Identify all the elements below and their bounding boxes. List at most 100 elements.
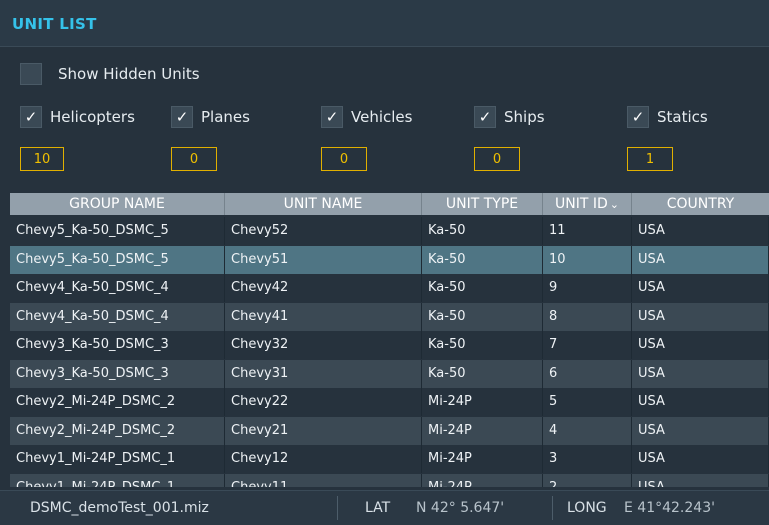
cell-country: USA: [632, 274, 769, 302]
vehicles-checkbox[interactable]: ✓: [321, 106, 343, 128]
table-row[interactable]: Chevy2_Mi-24P_DSMC_2 Chevy21 Mi-24P 4 USA: [10, 416, 769, 445]
table-row[interactable]: Chevy4_Ka-50_DSMC_4 Chevy41 Ka-50 8 USA: [10, 302, 769, 331]
status-divider: [337, 496, 338, 520]
cell-unit-id: 9: [543, 274, 632, 302]
status-divider: [552, 496, 553, 520]
cell-unit-name: Chevy51: [225, 245, 422, 274]
column-header-unit-id[interactable]: UNIT ID ⌄: [543, 193, 632, 215]
table-row[interactable]: Chevy1_Mi-24P_DSMC_1 Chevy12 Mi-24P 3 USA: [10, 445, 769, 473]
cell-unit-id: 4: [543, 416, 632, 445]
table-row[interactable]: Chevy5_Ka-50_DSMC_5 Chevy52 Ka-50 11 USA: [10, 217, 769, 245]
cell-unit-name: Chevy21: [225, 416, 422, 445]
cell-unit-type: Mi-24P: [422, 473, 543, 487]
helicopters-label: Helicopters: [50, 108, 135, 126]
cell-unit-type: Mi-24P: [422, 445, 543, 473]
sort-chevron-icon: ⌄: [609, 198, 619, 211]
cell-unit-name: Chevy52: [225, 217, 422, 245]
cell-unit-name: Chevy41: [225, 302, 422, 331]
filter-vehicles[interactable]: ✓ Vehicles: [321, 105, 412, 129]
cell-unit-type: Ka-50: [422, 302, 543, 331]
cell-unit-name: Chevy12: [225, 445, 422, 473]
cell-group-name: Chevy4_Ka-50_DSMC_4: [10, 302, 225, 331]
cell-unit-name: Chevy11: [225, 473, 422, 487]
cell-unit-id: 10: [543, 245, 632, 274]
planes-label: Planes: [201, 108, 250, 126]
cell-country: USA: [632, 217, 769, 245]
cell-group-name: Chevy5_Ka-50_DSMC_5: [10, 245, 225, 274]
cell-country: USA: [632, 245, 769, 274]
cell-group-name: Chevy2_Mi-24P_DSMC_2: [10, 416, 225, 445]
column-header-unit-name[interactable]: UNIT NAME: [225, 193, 422, 215]
cell-unit-type: Ka-50: [422, 274, 543, 302]
lat-label: LAT: [365, 500, 391, 516]
statics-count: 1: [627, 147, 673, 171]
cell-group-name: Chevy2_Mi-24P_DSMC_2: [10, 388, 225, 416]
planes-count: 0: [171, 147, 217, 171]
helicopters-checkbox[interactable]: ✓: [20, 106, 42, 128]
planes-checkbox[interactable]: ✓: [171, 106, 193, 128]
cell-unit-name: Chevy42: [225, 274, 422, 302]
statics-label: Statics: [657, 108, 708, 126]
cell-group-name: Chevy3_Ka-50_DSMC_3: [10, 331, 225, 359]
unit-table[interactable]: GROUP NAME UNIT NAME UNIT TYPE UNIT ID ⌄ …: [10, 193, 769, 487]
cell-country: USA: [632, 445, 769, 473]
cell-unit-name: Chevy31: [225, 359, 422, 388]
show-hidden-label: Show Hidden Units: [58, 65, 200, 83]
cell-group-name: Chevy1_Mi-24P_DSMC_1: [10, 473, 225, 487]
cell-unit-id: 11: [543, 217, 632, 245]
lat-value: N 42° 5.647': [416, 500, 505, 516]
show-hidden-checkbox[interactable]: [20, 63, 42, 85]
vehicles-label: Vehicles: [351, 108, 413, 126]
statics-checkbox[interactable]: ✓: [627, 106, 649, 128]
filter-ships[interactable]: ✓ Ships: [474, 105, 545, 129]
long-label: LONG: [567, 500, 607, 516]
check-icon: ✓: [631, 107, 645, 126]
ships-count: 0: [474, 147, 520, 171]
column-header-group-name[interactable]: GROUP NAME: [10, 193, 225, 215]
cell-unit-type: Ka-50: [422, 331, 543, 359]
ships-label: Ships: [504, 108, 545, 126]
mission-file-name: DSMC_demoTest_001.miz: [30, 500, 209, 516]
cell-unit-type: Ka-50: [422, 217, 543, 245]
cell-unit-id: 3: [543, 445, 632, 473]
check-icon: ✓: [325, 107, 339, 126]
cell-unit-id: 8: [543, 302, 632, 331]
filter-planes[interactable]: ✓ Planes: [171, 105, 250, 129]
table-row[interactable]: Chevy1_Mi-24P_DSMC_1 Chevy11 Mi-24P 2 USA: [10, 473, 769, 487]
cell-group-name: Chevy1_Mi-24P_DSMC_1: [10, 445, 225, 473]
title-bar: UNIT LIST: [0, 0, 769, 47]
show-hidden-units-toggle[interactable]: Show Hidden Units: [20, 62, 200, 86]
check-icon: ✓: [24, 107, 38, 126]
ships-checkbox[interactable]: ✓: [474, 106, 496, 128]
cell-unit-id: 6: [543, 359, 632, 388]
cell-country: USA: [632, 331, 769, 359]
cell-unit-type: Mi-24P: [422, 416, 543, 445]
column-header-unit-type[interactable]: UNIT TYPE: [422, 193, 543, 215]
table-row[interactable]: Chevy2_Mi-24P_DSMC_2 Chevy22 Mi-24P 5 USA: [10, 388, 769, 416]
cell-unit-id: 2: [543, 473, 632, 487]
status-bar: DSMC_demoTest_001.miz LAT N 42° 5.647' L…: [0, 490, 769, 525]
cell-group-name: Chevy3_Ka-50_DSMC_3: [10, 359, 225, 388]
cell-country: USA: [632, 302, 769, 331]
filter-statics[interactable]: ✓ Statics: [627, 105, 708, 129]
vehicles-count: 0: [321, 147, 367, 171]
table-row[interactable]: Chevy3_Ka-50_DSMC_3 Chevy31 Ka-50 6 USA: [10, 359, 769, 388]
cell-unit-name: Chevy32: [225, 331, 422, 359]
long-value: E 41°42.243': [624, 500, 715, 516]
table-row[interactable]: Chevy5_Ka-50_DSMC_5 Chevy51 Ka-50 10 USA: [10, 245, 769, 274]
cell-unit-type: Mi-24P: [422, 388, 543, 416]
cell-unit-id: 7: [543, 331, 632, 359]
cell-unit-id: 5: [543, 388, 632, 416]
table-row[interactable]: Chevy4_Ka-50_DSMC_4 Chevy42 Ka-50 9 USA: [10, 274, 769, 302]
cell-country: USA: [632, 359, 769, 388]
check-icon: ✓: [175, 107, 189, 126]
filter-helicopters[interactable]: ✓ Helicopters: [20, 105, 135, 129]
table-row[interactable]: Chevy3_Ka-50_DSMC_3 Chevy32 Ka-50 7 USA: [10, 331, 769, 359]
cell-group-name: Chevy5_Ka-50_DSMC_5: [10, 217, 225, 245]
column-header-country[interactable]: COUNTRY: [632, 193, 769, 215]
cell-country: USA: [632, 388, 769, 416]
check-icon: ✓: [478, 107, 492, 126]
panel-title: UNIT LIST: [12, 15, 97, 33]
cell-group-name: Chevy4_Ka-50_DSMC_4: [10, 274, 225, 302]
unit-list-panel: UNIT LIST Show Hidden Units ✓ Helicopter…: [0, 0, 769, 525]
